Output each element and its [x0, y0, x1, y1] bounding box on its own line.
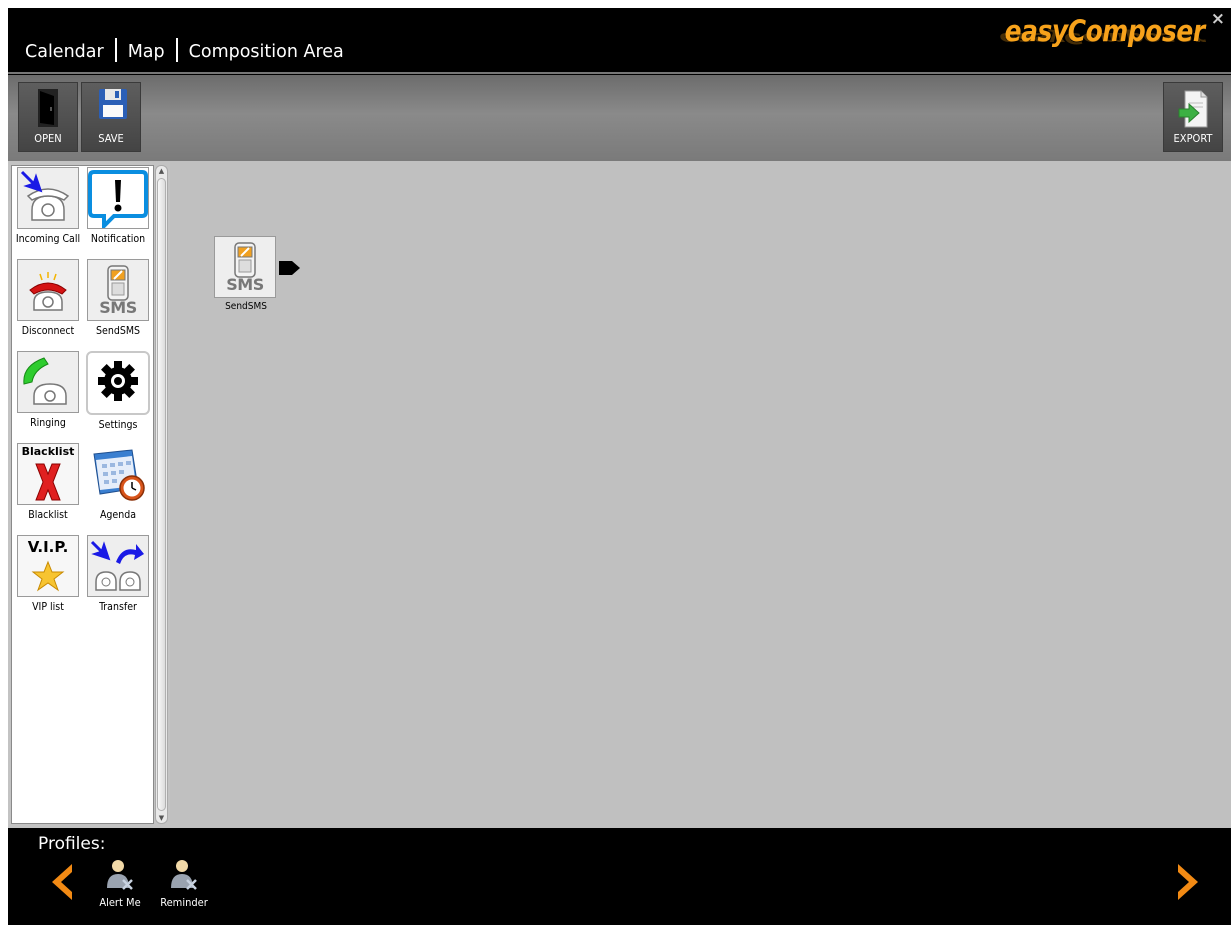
- previous-arrow-icon[interactable]: [48, 862, 76, 902]
- open-label: OPEN: [34, 132, 62, 145]
- palette-label: Notification: [90, 233, 146, 245]
- canvas-node-label: SendSMS: [225, 301, 267, 312]
- scroll-down-arrow-icon[interactable]: ▼: [156, 813, 167, 823]
- blacklist-icon-text: Blacklist: [21, 445, 75, 458]
- header-bar: Calendar Map Composition Area easyComposer…: [8, 8, 1231, 74]
- palette-label: Blacklist: [28, 509, 68, 521]
- palette-label: VIP list: [32, 601, 64, 613]
- palette-item-notification[interactable]: Notification: [83, 167, 153, 245]
- disconnect-icon: [29, 272, 67, 311]
- palette-label: Incoming Call: [15, 233, 81, 245]
- sendsms-tile: SMS: [87, 259, 149, 321]
- incoming-call-icon: [20, 170, 70, 221]
- transfer-tile: [87, 535, 149, 597]
- nav-map[interactable]: Map: [128, 42, 165, 62]
- canvas-node-sendsms[interactable]: SMS SendSMS: [214, 236, 300, 312]
- transfer-call-icon: [90, 540, 144, 591]
- palette-label: SendSMS: [96, 325, 140, 337]
- toolbar: OPEN SAVE EXPORT: [8, 75, 1231, 161]
- nav-composition-area[interactable]: Composition Area: [189, 42, 344, 62]
- top-navigation: Calendar Map Composition Area: [25, 38, 344, 62]
- nav-separator: [175, 38, 178, 62]
- output-port-arrow-icon[interactable]: [279, 261, 301, 275]
- export-document-icon: [1178, 90, 1208, 128]
- easycomposer-logo: easyComposer easyComposer: [975, 10, 1206, 70]
- palette-item-incoming-call[interactable]: Incoming Call: [13, 167, 83, 245]
- palette-item-ringing[interactable]: Ringing: [13, 351, 83, 429]
- notification-tile: [87, 167, 149, 231]
- composition-canvas[interactable]: SMS SendSMS: [170, 161, 1231, 828]
- palette-item-sendsms[interactable]: SMS SendSMS: [83, 259, 153, 337]
- blacklist-tile: Blacklist: [17, 443, 79, 505]
- profile-reminder[interactable]: Reminder: [154, 858, 214, 909]
- open-button[interactable]: OPEN: [18, 82, 78, 152]
- palette-item-transfer[interactable]: Transfer: [83, 535, 153, 613]
- profile-label: Reminder: [160, 896, 208, 909]
- export-button[interactable]: EXPORT: [1163, 82, 1223, 152]
- palette-list: Incoming Call Notification Disconnect SM…: [11, 165, 154, 824]
- next-arrow-icon[interactable]: [1174, 862, 1202, 902]
- vip-tile: V.I.P.: [17, 535, 79, 597]
- agenda-tile: [87, 443, 149, 505]
- nav-calendar[interactable]: Calendar: [25, 42, 104, 62]
- save-label: SAVE: [98, 132, 124, 145]
- close-icon[interactable]: ×: [1211, 9, 1225, 29]
- palette-item-vip-list[interactable]: V.I.P. VIP list: [13, 535, 83, 613]
- palette-item-settings[interactable]: Settings: [83, 351, 153, 431]
- save-button[interactable]: SAVE: [81, 82, 141, 152]
- palette-scrollbar[interactable]: ▲ ▼: [155, 165, 168, 824]
- palette-label: Disconnect: [21, 325, 75, 337]
- palette-item-disconnect[interactable]: Disconnect: [13, 259, 83, 337]
- palette-label: Agenda: [99, 509, 137, 521]
- nav-separator: [114, 38, 117, 62]
- settings-tile: [86, 351, 150, 415]
- agenda-calendar-icon: [93, 449, 145, 501]
- scrollbar-thumb[interactable]: [157, 178, 166, 811]
- palette-label: Settings: [98, 419, 138, 431]
- palette-item-blacklist[interactable]: Blacklist Blacklist: [13, 443, 83, 521]
- palette-label: Ringing: [30, 417, 66, 429]
- component-palette: Incoming Call Notification Disconnect SM…: [8, 161, 170, 828]
- disconnect-tile: [17, 259, 79, 321]
- scroll-up-arrow-icon[interactable]: ▲: [156, 166, 167, 176]
- incoming-call-tile: [17, 167, 79, 229]
- app-window: Calendar Map Composition Area easyComposer…: [8, 8, 1231, 925]
- profile-label: Alert Me: [99, 896, 141, 909]
- sms-icon-text: SMS: [99, 298, 137, 317]
- ringing-tile: [17, 351, 79, 413]
- profiles-title: Profiles:: [38, 834, 106, 854]
- vip-icon-text: V.I.P.: [27, 538, 69, 556]
- palette-item-agenda[interactable]: Agenda: [83, 443, 153, 521]
- ringing-icon: [23, 357, 67, 405]
- sms-icon-text: SMS: [226, 275, 264, 294]
- profile-alert-me[interactable]: Alert Me: [90, 858, 150, 909]
- canvas-node-tile: SMS: [214, 236, 276, 298]
- open-door-icon: [38, 89, 58, 127]
- notification-icon: [88, 170, 148, 231]
- settings-gear-icon: [98, 361, 138, 401]
- profiles-bar: Profiles: Alert Me Reminder: [8, 828, 1231, 925]
- logo-reflection: easyComposer: [999, 29, 1205, 48]
- export-label: EXPORT: [1173, 132, 1213, 145]
- user-profile-icon: [171, 860, 197, 890]
- floppy-disk-icon: [99, 89, 127, 119]
- user-profile-icon: [107, 860, 133, 890]
- palette-label: Transfer: [99, 601, 137, 613]
